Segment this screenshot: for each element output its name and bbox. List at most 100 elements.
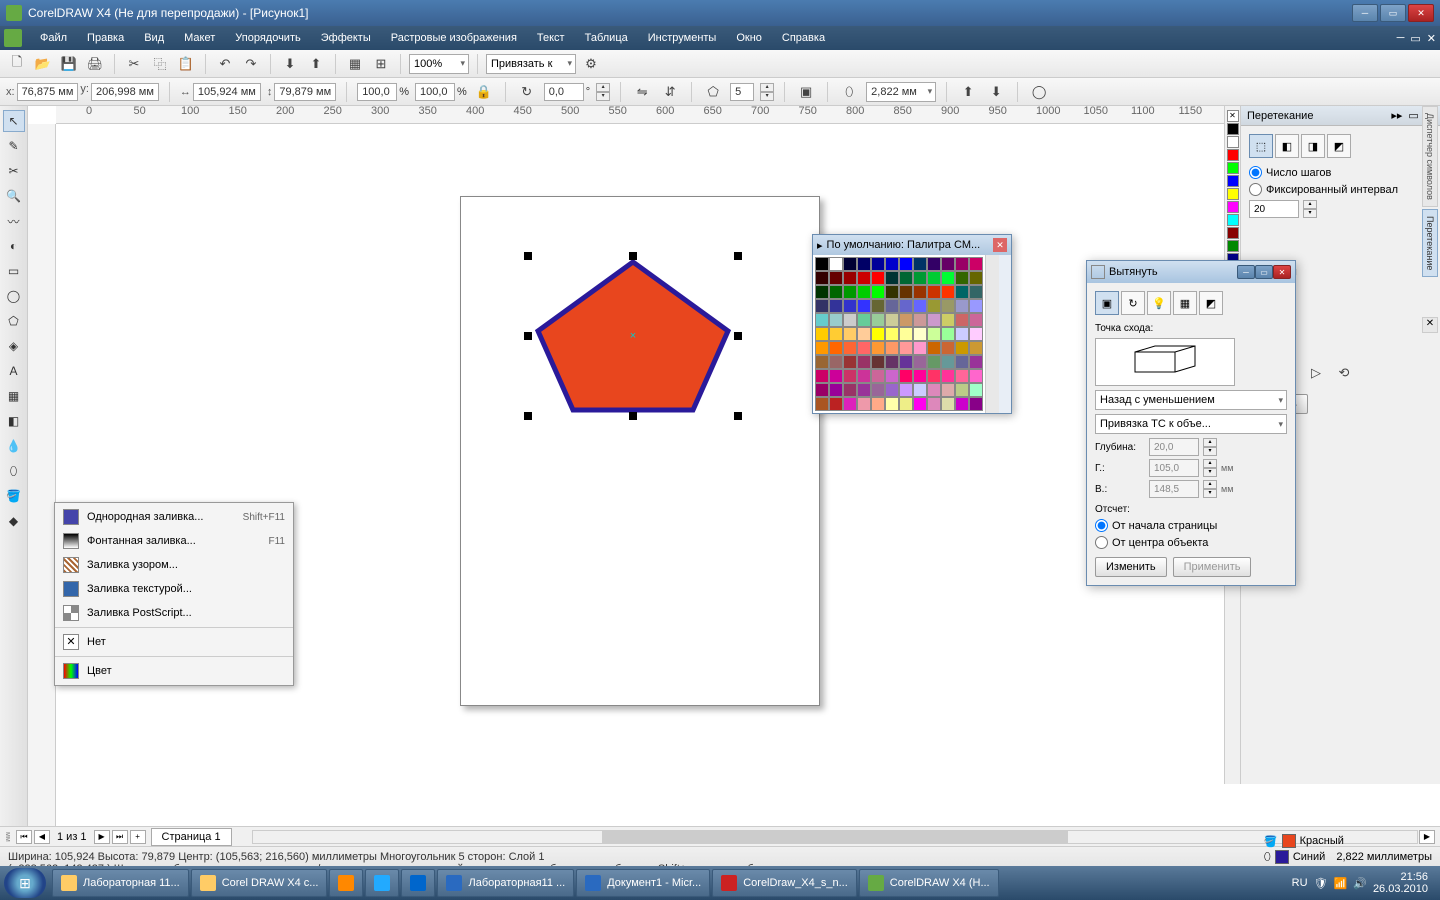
table-tool[interactable]: ▦ [3, 385, 25, 407]
color-swatch[interactable] [815, 271, 829, 285]
selected-object[interactable]: × [528, 256, 738, 416]
menu-view[interactable]: Вид [134, 29, 174, 47]
color-swatch[interactable] [829, 397, 843, 411]
color-swatch[interactable] [941, 355, 955, 369]
color-swatch[interactable] [815, 327, 829, 341]
color-swatch[interactable] [899, 299, 913, 313]
color-swatch[interactable] [857, 397, 871, 411]
extrude-edit-button[interactable]: Изменить [1095, 557, 1167, 577]
y-field[interactable]: 206,998 мм [91, 83, 159, 101]
page-tab[interactable]: Страница 1 [151, 828, 232, 846]
rotation-spinner[interactable]: ▴▾ [596, 83, 610, 101]
color-swatch[interactable] [857, 285, 871, 299]
shape-tool[interactable]: ✎ [3, 135, 25, 157]
menu-tools[interactable]: Инструменты [638, 29, 727, 47]
ungroup-button[interactable]: ▣ [795, 81, 817, 103]
color-swatch[interactable] [969, 285, 983, 299]
color-swatch[interactable] [927, 341, 941, 355]
print-button[interactable]: 🖨 [84, 53, 106, 75]
colorbar-swatch[interactable] [1227, 188, 1239, 200]
blend-color-tab[interactable]: ◨ [1301, 134, 1325, 158]
texture-fill-item[interactable]: Заливка текстурой... [55, 577, 293, 601]
color-swatch[interactable] [899, 285, 913, 299]
color-swatch[interactable] [885, 383, 899, 397]
color-swatch[interactable] [871, 285, 885, 299]
selection-handle-n[interactable] [629, 252, 637, 260]
add-page-button[interactable]: + [130, 830, 146, 844]
color-swatch[interactable] [829, 341, 843, 355]
rotation-field[interactable]: 0,0 [544, 83, 584, 101]
fill-tool[interactable]: 🪣 [3, 485, 25, 507]
color-swatch[interactable] [843, 271, 857, 285]
color-swatch[interactable] [871, 397, 885, 411]
extrude-max-button[interactable]: ▭ [1255, 265, 1273, 279]
color-swatch[interactable] [941, 257, 955, 271]
colorbar-swatch[interactable] [1227, 214, 1239, 226]
blend-accel-tab[interactable]: ◧ [1275, 134, 1299, 158]
first-page-button[interactable]: ⏮ [16, 830, 32, 844]
blend-steps-tab[interactable]: ⬚ [1249, 134, 1273, 158]
color-swatch[interactable] [815, 341, 829, 355]
color-swatch[interactable] [815, 397, 829, 411]
color-swatch[interactable] [913, 327, 927, 341]
color-swatch[interactable] [969, 341, 983, 355]
color-swatch[interactable] [969, 397, 983, 411]
side-tab-close-icon[interactable]: ✕ [1422, 317, 1438, 333]
menu-arrange[interactable]: Упорядочить [225, 29, 310, 47]
last-page-button[interactable]: ⏭ [112, 830, 128, 844]
vanish-h-field[interactable]: 105,0 [1149, 459, 1199, 477]
color-swatch[interactable] [969, 355, 983, 369]
redo-button[interactable]: ↷ [240, 53, 262, 75]
color-swatch[interactable] [941, 341, 955, 355]
color-swatch[interactable] [829, 271, 843, 285]
depth-field[interactable]: 20,0 [1149, 438, 1199, 456]
color-swatch[interactable] [843, 299, 857, 313]
color-swatch[interactable] [885, 257, 899, 271]
color-swatch[interactable] [899, 369, 913, 383]
color-swatch[interactable] [969, 271, 983, 285]
width-field[interactable]: 105,924 мм [193, 83, 261, 101]
taskbar-item-0[interactable]: Лабораторная 11... [52, 869, 189, 897]
selection-handle-s[interactable] [629, 412, 637, 420]
menu-file[interactable]: Файл [30, 29, 77, 47]
rectangle-tool[interactable]: ▭ [3, 260, 25, 282]
color-swatch[interactable] [871, 313, 885, 327]
color-swatch[interactable] [941, 397, 955, 411]
uniform-fill-item[interactable]: Однородная заливка...Shift+F11 [55, 505, 293, 529]
color-swatch[interactable] [885, 271, 899, 285]
color-swatch[interactable] [955, 397, 969, 411]
color-swatch[interactable] [829, 299, 843, 313]
extrude-lock-combo[interactable]: Привязка ТС к объе... [1095, 414, 1287, 434]
convert-curves-button[interactable]: ◯ [1028, 81, 1050, 103]
open-button[interactable]: 📂 [32, 53, 54, 75]
height-field[interactable]: 79,879 мм [274, 83, 336, 101]
color-swatch[interactable] [857, 313, 871, 327]
language-indicator[interactable]: RU [1292, 877, 1308, 889]
color-swatch[interactable] [871, 257, 885, 271]
interactive-tool[interactable]: ◧ [3, 410, 25, 432]
cut-button[interactable]: ✂ [123, 53, 145, 75]
taskbar-item-2[interactable] [329, 869, 363, 897]
color-swatch[interactable] [913, 341, 927, 355]
colorbar-swatch[interactable] [1227, 136, 1239, 148]
color-swatch[interactable] [913, 369, 927, 383]
mdi-restore-button[interactable]: ▭ [1410, 32, 1420, 45]
color-swatch[interactable] [815, 285, 829, 299]
color-swatch[interactable] [969, 327, 983, 341]
color-swatch[interactable] [941, 313, 955, 327]
snap-combo[interactable]: Привязать к [486, 54, 576, 74]
color-swatch[interactable] [871, 341, 885, 355]
new-button[interactable]: 🗋 [6, 53, 28, 75]
palette-menu-icon[interactable]: ▸ [817, 239, 823, 252]
color-swatch[interactable] [843, 313, 857, 327]
smart-fill-tool[interactable]: ◐ [3, 235, 25, 257]
color-swatch[interactable] [955, 313, 969, 327]
color-swatch[interactable] [913, 355, 927, 369]
colorbar-swatch[interactable] [1227, 123, 1239, 135]
color-swatch[interactable] [857, 257, 871, 271]
menu-bitmaps[interactable]: Растровые изображения [381, 29, 527, 47]
color-swatch[interactable] [815, 369, 829, 383]
color-swatch[interactable] [899, 313, 913, 327]
color-swatch[interactable] [927, 257, 941, 271]
mirror-h-button[interactable]: ⇋ [631, 81, 653, 103]
